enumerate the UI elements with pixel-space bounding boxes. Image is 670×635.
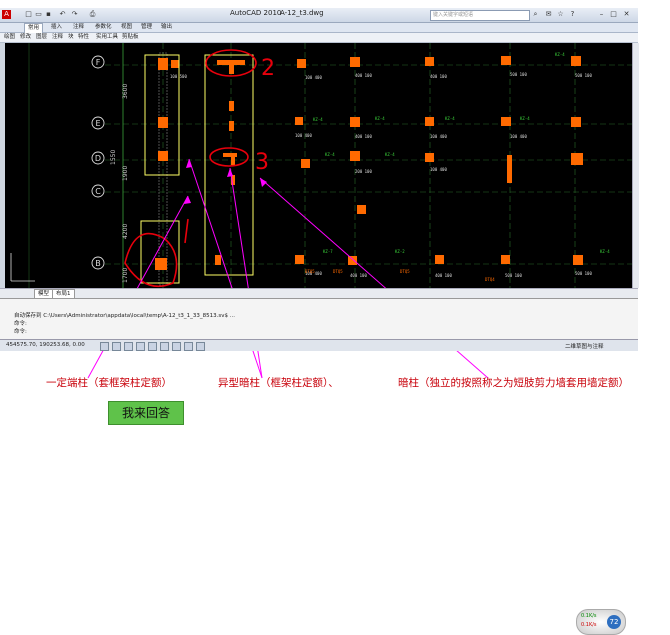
arrow-overlay [87,158,489,379]
status-bar: 454575.70, 190253.68, 0.00 二维草图与注释 [0,339,638,351]
osnap-toggle-icon[interactable] [148,342,157,351]
otrack-toggle-icon[interactable] [160,342,169,351]
snap-toggle-icon[interactable] [100,342,109,351]
network-speed-widget: 0.1K/s 0.1K/s 72 [576,609,626,635]
command-window[interactable]: 自动保存到 C:\Users\Administrator\appdata\loc… [0,298,638,635]
ortho-toggle-icon[interactable] [124,342,133,351]
coordinate-readout: 454575.70, 190253.68, 0.00 [6,342,85,348]
command-prompt[interactable]: 命令: [14,327,27,335]
ducs-toggle-icon[interactable] [172,342,181,351]
dyn-toggle-icon[interactable] [184,342,193,351]
note-hidden-column: 暗柱（独立的按照称之为短肢剪力墙套用墙定额） [398,377,629,389]
note-end-column: 一定端柱（套框架柱定额） [46,377,172,389]
answer-button[interactable]: 我来回答 [108,401,184,425]
rate-down: 0.1K/s [581,622,597,628]
rate-up: 0.1K/s [581,613,597,619]
speed-badge: 72 [607,615,621,629]
lineweight-toggle-icon[interactable] [196,342,205,351]
command-history-line1: 自动保存到 C:\Users\Administrator\appdata\loc… [14,313,236,319]
layout-tab-bar: 模型 布局1 [0,288,638,299]
workspace-label[interactable]: 二维草图与注释 [565,342,604,350]
grid-toggle-icon[interactable] [112,342,121,351]
note-irregular-hidden-column: 异型暗柱（框架柱定额）、 [218,377,339,389]
polar-toggle-icon[interactable] [136,342,145,351]
command-history-line2: 命令: [14,321,27,327]
